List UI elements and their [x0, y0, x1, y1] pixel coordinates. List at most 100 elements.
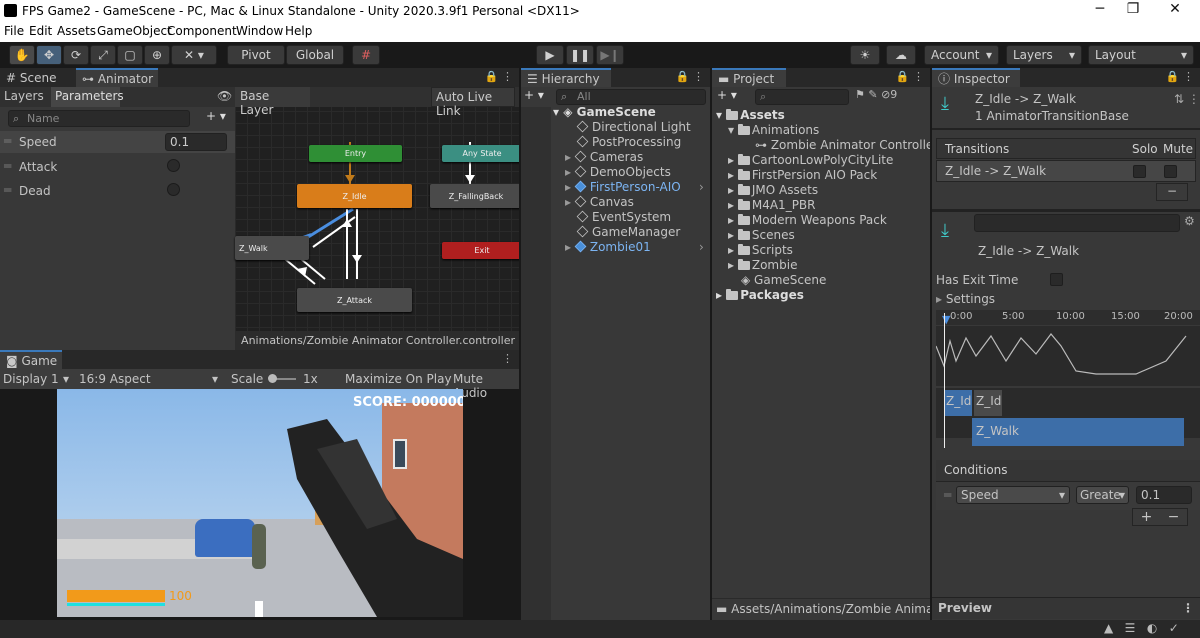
- create-asset-button[interactable]: + ▾: [717, 88, 737, 102]
- maximize-icon[interactable]: ❐: [1123, 1, 1143, 17]
- menu-edit[interactable]: Edit: [29, 24, 52, 38]
- menu-file[interactable]: File: [4, 24, 24, 38]
- display-dropdown[interactable]: Display 1: [3, 372, 59, 386]
- hierarchy-item-prefab[interactable]: ▸ Zombie01: [565, 240, 651, 254]
- hierarchy-item[interactable]: Directional Light: [576, 120, 691, 134]
- project-folder[interactable]: ▸ Scenes: [728, 228, 795, 242]
- aspect-dropdown[interactable]: 16:9 Aspect: [79, 372, 151, 386]
- tab-project[interactable]: ▬ Project: [712, 68, 786, 87]
- maximize-on-play-toggle[interactable]: Maximize On Play: [345, 372, 452, 386]
- expand-icon[interactable]: ▸: [716, 288, 722, 302]
- has-exit-time-checkbox[interactable]: [1050, 273, 1063, 286]
- eye-icon[interactable]: 👁: [217, 89, 232, 103]
- fallingback-state-node[interactable]: Z_FallingBack: [430, 184, 519, 208]
- animator-graph[interactable]: Base Layer Auto Live Link Entry Any Stat…: [235, 87, 519, 350]
- attack-state-node[interactable]: Z_Attack: [297, 288, 412, 312]
- rect-tool-icon[interactable]: ▢: [117, 45, 143, 65]
- hierarchy-item[interactable]: GameManager: [576, 225, 680, 239]
- hierarchy-item[interactable]: ▸ Canvas: [565, 195, 634, 209]
- grid-snap-icon[interactable]: #: [352, 45, 380, 65]
- project-folder[interactable]: ▸ Scripts: [728, 243, 793, 257]
- hierarchy-item[interactable]: ▸ Cameras: [565, 150, 643, 164]
- panel-menu-icon[interactable]: ⋮: [502, 352, 513, 365]
- move-tool-icon[interactable]: ✥: [36, 45, 62, 65]
- solo-checkbox[interactable]: [1133, 165, 1146, 178]
- project-folder[interactable]: ▸ Zombie: [728, 258, 797, 272]
- entry-node[interactable]: Entry: [309, 145, 402, 162]
- project-filter-icons[interactable]: ⚑ ✎ ⊘9: [855, 88, 897, 101]
- close-icon[interactable]: ✕: [1165, 1, 1185, 17]
- account-dropdown[interactable]: Account ▾: [924, 45, 999, 65]
- expand-icon[interactable]: ▸: [565, 180, 571, 194]
- transform-tool-icon[interactable]: ⊕: [144, 45, 170, 65]
- idle-state-node[interactable]: Z_Idle: [297, 184, 412, 208]
- expand-icon[interactable]: ▸: [728, 153, 734, 167]
- timeline-ruler[interactable]: 0:00 5:00 10:00 15:00 20:00: [936, 310, 1200, 325]
- animations-folder[interactable]: ▾ Animations: [728, 123, 819, 137]
- rotate-tool-icon[interactable]: ⟳: [63, 45, 89, 65]
- expand-icon[interactable]: ▸: [728, 198, 734, 212]
- drag-handle-icon[interactable]: ═: [944, 488, 951, 502]
- expand-icon[interactable]: ▸: [728, 183, 734, 197]
- global-button[interactable]: Global: [286, 45, 344, 65]
- assets-folder[interactable]: ▾ Assets: [716, 108, 785, 122]
- hand-tool-icon[interactable]: ✋: [9, 45, 35, 65]
- tab-scene[interactable]: # Scene: [0, 68, 75, 87]
- condition-param-dropdown[interactable]: Speed ▾: [956, 486, 1070, 504]
- transition-row[interactable]: Z_Idle -> Z_Walk: [936, 160, 1196, 182]
- parameter-search-input[interactable]: ⌕ Name: [8, 110, 190, 127]
- drag-handle-icon[interactable]: ═: [4, 159, 11, 173]
- expand-icon[interactable]: ▸: [728, 258, 734, 272]
- scale-tool-icon[interactable]: ⤢: [90, 45, 116, 65]
- menu-window[interactable]: Window: [236, 24, 283, 38]
- packages-folder[interactable]: ▸ Packages: [716, 288, 804, 302]
- menu-gameobject[interactable]: GameObject: [97, 24, 172, 38]
- settings-icon[interactable]: ⇅ ⋮: [1174, 92, 1200, 106]
- condition-value-input[interactable]: 0.1: [1136, 486, 1192, 504]
- pivot-button[interactable]: Pivot: [227, 45, 285, 65]
- param-row-attack[interactable]: ═ Attack: [0, 155, 235, 179]
- expand-icon[interactable]: ▸: [565, 195, 571, 209]
- project-folder[interactable]: ▸ Modern Weapons Pack: [728, 213, 887, 227]
- expand-icon[interactable]: ▾: [728, 123, 734, 137]
- project-folder[interactable]: ▸ M4A1_PBR: [728, 198, 816, 212]
- remove-transition-button[interactable]: −: [1156, 183, 1188, 201]
- expand-icon[interactable]: ▸: [728, 213, 734, 227]
- drag-handle-icon[interactable]: ═: [4, 134, 11, 148]
- tab-hierarchy[interactable]: ☰ Hierarchy: [521, 68, 611, 87]
- trigger-attack-radio[interactable]: [167, 159, 180, 172]
- walk-state-node[interactable]: Z_Walk: [235, 236, 309, 260]
- panel-menu-icon[interactable]: 🔒 ⋮: [485, 70, 513, 83]
- tab-inspector[interactable]: ⓘ Inspector: [932, 68, 1020, 87]
- tab-animator[interactable]: ⊶ Animator: [76, 68, 158, 87]
- add-parameter-button[interactable]: + ▾: [206, 109, 226, 123]
- expand-icon[interactable]: ▸: [565, 165, 571, 179]
- project-folder[interactable]: ▸ JMO Assets: [728, 183, 818, 197]
- expand-icon[interactable]: ▸: [728, 168, 734, 182]
- status-icons[interactable]: ▲ ☰ ◐ ✓: [1104, 621, 1179, 635]
- gear-icon[interactable]: ⚙: [1184, 214, 1195, 228]
- menu-assets[interactable]: Assets: [57, 24, 96, 38]
- idle-clip-a[interactable]: Z_Idl: [944, 390, 972, 416]
- collab-icon[interactable]: ☀: [850, 45, 880, 65]
- transition-name-field[interactable]: [974, 214, 1180, 232]
- param-row-speed[interactable]: ═ Speed 0.1: [0, 131, 235, 153]
- walk-clip[interactable]: Z_Walk: [972, 418, 1184, 446]
- project-folder[interactable]: ▸ CartoonLowPolyCityLite: [728, 153, 893, 167]
- minimize-icon[interactable]: ─: [1090, 1, 1110, 17]
- expand-icon[interactable]: ▾: [716, 108, 722, 122]
- hierarchy-item[interactable]: EventSystem: [576, 210, 671, 224]
- hierarchy-item[interactable]: PostProcessing: [576, 135, 681, 149]
- game-viewport[interactable]: SCORE: 000000 100: [57, 389, 463, 617]
- condition-operator-dropdown[interactable]: Greate ▾: [1076, 486, 1129, 504]
- panel-menu-icon[interactable]: 🔒 ⋮: [1166, 70, 1194, 83]
- settings-foldout[interactable]: ▸ Settings: [936, 292, 995, 306]
- subtab-layers[interactable]: Layers: [4, 89, 44, 103]
- tab-game[interactable]: ◙ Game: [0, 350, 62, 369]
- drag-handle-icon[interactable]: ═: [4, 183, 11, 197]
- scene-asset[interactable]: ◈ GameScene: [741, 273, 826, 287]
- param-value-speed[interactable]: 0.1: [165, 133, 227, 151]
- exit-node[interactable]: Exit: [442, 242, 519, 259]
- add-condition-button[interactable]: +: [1141, 509, 1153, 525]
- animator-controller-asset[interactable]: ⊶ Zombie Animator Controller: [755, 138, 930, 152]
